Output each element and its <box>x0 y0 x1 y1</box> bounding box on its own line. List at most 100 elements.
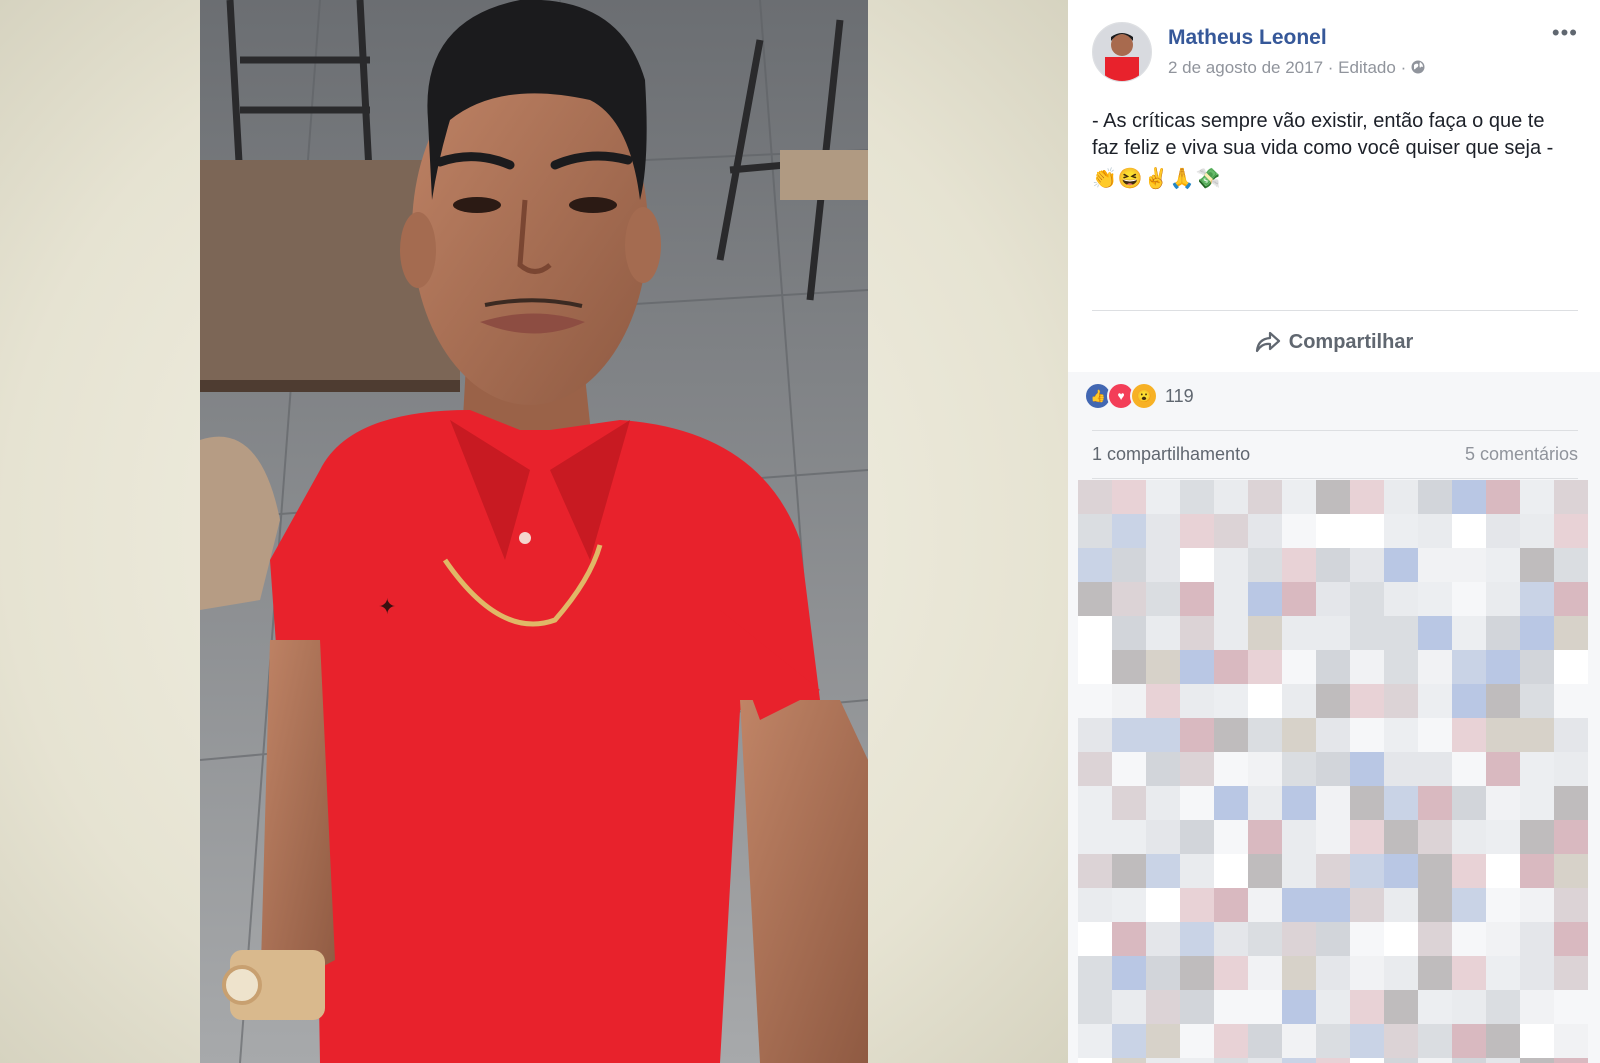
author-name[interactable]: Matheus Leonel <box>1168 26 1327 50</box>
ellipsis-icon[interactable]: ••• <box>1552 20 1578 46</box>
mosaic-block <box>1078 514 1112 548</box>
mosaic-block <box>1384 616 1418 650</box>
mosaic-block <box>1078 582 1112 616</box>
mosaic-block <box>1180 616 1214 650</box>
reactions-summary[interactable]: 👍 ♥ 😮 119 <box>1084 382 1194 410</box>
mosaic-block <box>1146 786 1180 820</box>
mosaic-block <box>1350 888 1384 922</box>
mosaic-block <box>1384 684 1418 718</box>
mosaic-block <box>1418 786 1452 820</box>
share-label: Compartilhar <box>1288 330 1414 353</box>
mosaic-block <box>1078 786 1112 820</box>
mosaic-block <box>1112 514 1146 548</box>
mosaic-block <box>1486 888 1520 922</box>
mosaic-block <box>1418 718 1452 752</box>
mosaic-block <box>1112 616 1146 650</box>
mosaic-block <box>1384 956 1418 990</box>
mosaic-block <box>1112 854 1146 888</box>
mosaic-block <box>1282 888 1316 922</box>
mosaic-block <box>1316 786 1350 820</box>
divider <box>1092 310 1578 311</box>
mosaic-block <box>1350 922 1384 956</box>
mosaic-block <box>1520 854 1554 888</box>
shares-count[interactable]: 1 compartilhamento <box>1092 444 1250 465</box>
mosaic-block <box>1384 922 1418 956</box>
mosaic-block <box>1078 752 1112 786</box>
mosaic-block <box>1248 718 1282 752</box>
mosaic-block <box>1146 990 1180 1024</box>
mosaic-block <box>1248 888 1282 922</box>
mosaic-block <box>1146 1058 1180 1063</box>
mosaic-block <box>1486 548 1520 582</box>
mosaic-block <box>1486 1024 1520 1058</box>
meta-separator: · <box>1327 58 1334 77</box>
mosaic-block <box>1384 786 1418 820</box>
post-date[interactable]: 2 de agosto de 2017 <box>1168 58 1323 77</box>
pixelated-comments <box>1078 480 1590 1063</box>
mosaic-block <box>1282 514 1316 548</box>
mosaic-block <box>1350 1024 1384 1058</box>
mosaic-block <box>1486 1058 1520 1063</box>
mosaic-block <box>1146 854 1180 888</box>
mosaic-block <box>1112 650 1146 684</box>
mosaic-block <box>1112 990 1146 1024</box>
mosaic-block <box>1214 616 1248 650</box>
mosaic-block <box>1452 718 1486 752</box>
mosaic-block <box>1214 854 1248 888</box>
selfie-photo[interactable]: ✦ <box>200 0 868 1063</box>
mosaic-block <box>1078 1058 1112 1063</box>
mosaic-block <box>1112 684 1146 718</box>
mosaic-block <box>1554 752 1588 786</box>
mosaic-block <box>1384 990 1418 1024</box>
mosaic-block <box>1248 582 1282 616</box>
share-button[interactable]: Compartilhar <box>1068 322 1600 362</box>
photo-viewer: ✦ <box>0 0 1068 1063</box>
mosaic-block <box>1112 1058 1146 1063</box>
mosaic-block <box>1520 718 1554 752</box>
mosaic-block <box>1418 1024 1452 1058</box>
mosaic-block <box>1180 990 1214 1024</box>
mosaic-block <box>1180 548 1214 582</box>
share-arrow-icon <box>1255 331 1280 353</box>
mosaic-block <box>1112 888 1146 922</box>
mosaic-block <box>1316 514 1350 548</box>
mosaic-block <box>1486 718 1520 752</box>
mosaic-block <box>1316 854 1350 888</box>
mosaic-block <box>1520 480 1554 514</box>
mosaic-block <box>1418 854 1452 888</box>
mosaic-block <box>1214 752 1248 786</box>
mosaic-block <box>1452 922 1486 956</box>
mosaic-block <box>1146 718 1180 752</box>
mosaic-block <box>1112 752 1146 786</box>
mosaic-block <box>1486 990 1520 1024</box>
edited-label[interactable]: Editado <box>1338 58 1396 77</box>
author-avatar[interactable] <box>1092 22 1152 82</box>
mosaic-block <box>1418 1058 1452 1063</box>
mosaic-block <box>1282 1024 1316 1058</box>
mosaic-block <box>1282 480 1316 514</box>
mosaic-block <box>1078 854 1112 888</box>
mosaic-block <box>1486 514 1520 548</box>
mosaic-block <box>1248 820 1282 854</box>
mosaic-block <box>1146 582 1180 616</box>
mosaic-block <box>1486 752 1520 786</box>
comments-count[interactable]: 5 comentários <box>1465 444 1578 465</box>
mosaic-block <box>1554 718 1588 752</box>
mosaic-block <box>1452 684 1486 718</box>
mosaic-block <box>1350 684 1384 718</box>
reaction-count: 119 <box>1165 385 1194 406</box>
mosaic-block <box>1180 786 1214 820</box>
mosaic-block <box>1180 514 1214 548</box>
mosaic-block <box>1316 922 1350 956</box>
mosaic-block <box>1486 616 1520 650</box>
mosaic-block <box>1214 582 1248 616</box>
svg-text:✦: ✦ <box>378 594 396 619</box>
globe-icon[interactable] <box>1411 60 1425 74</box>
mosaic-block <box>1554 650 1588 684</box>
mosaic-block <box>1520 786 1554 820</box>
mosaic-block <box>1316 1058 1350 1063</box>
mosaic-block <box>1180 820 1214 854</box>
mosaic-block <box>1520 888 1554 922</box>
mosaic-block <box>1316 582 1350 616</box>
mosaic-block <box>1384 718 1418 752</box>
